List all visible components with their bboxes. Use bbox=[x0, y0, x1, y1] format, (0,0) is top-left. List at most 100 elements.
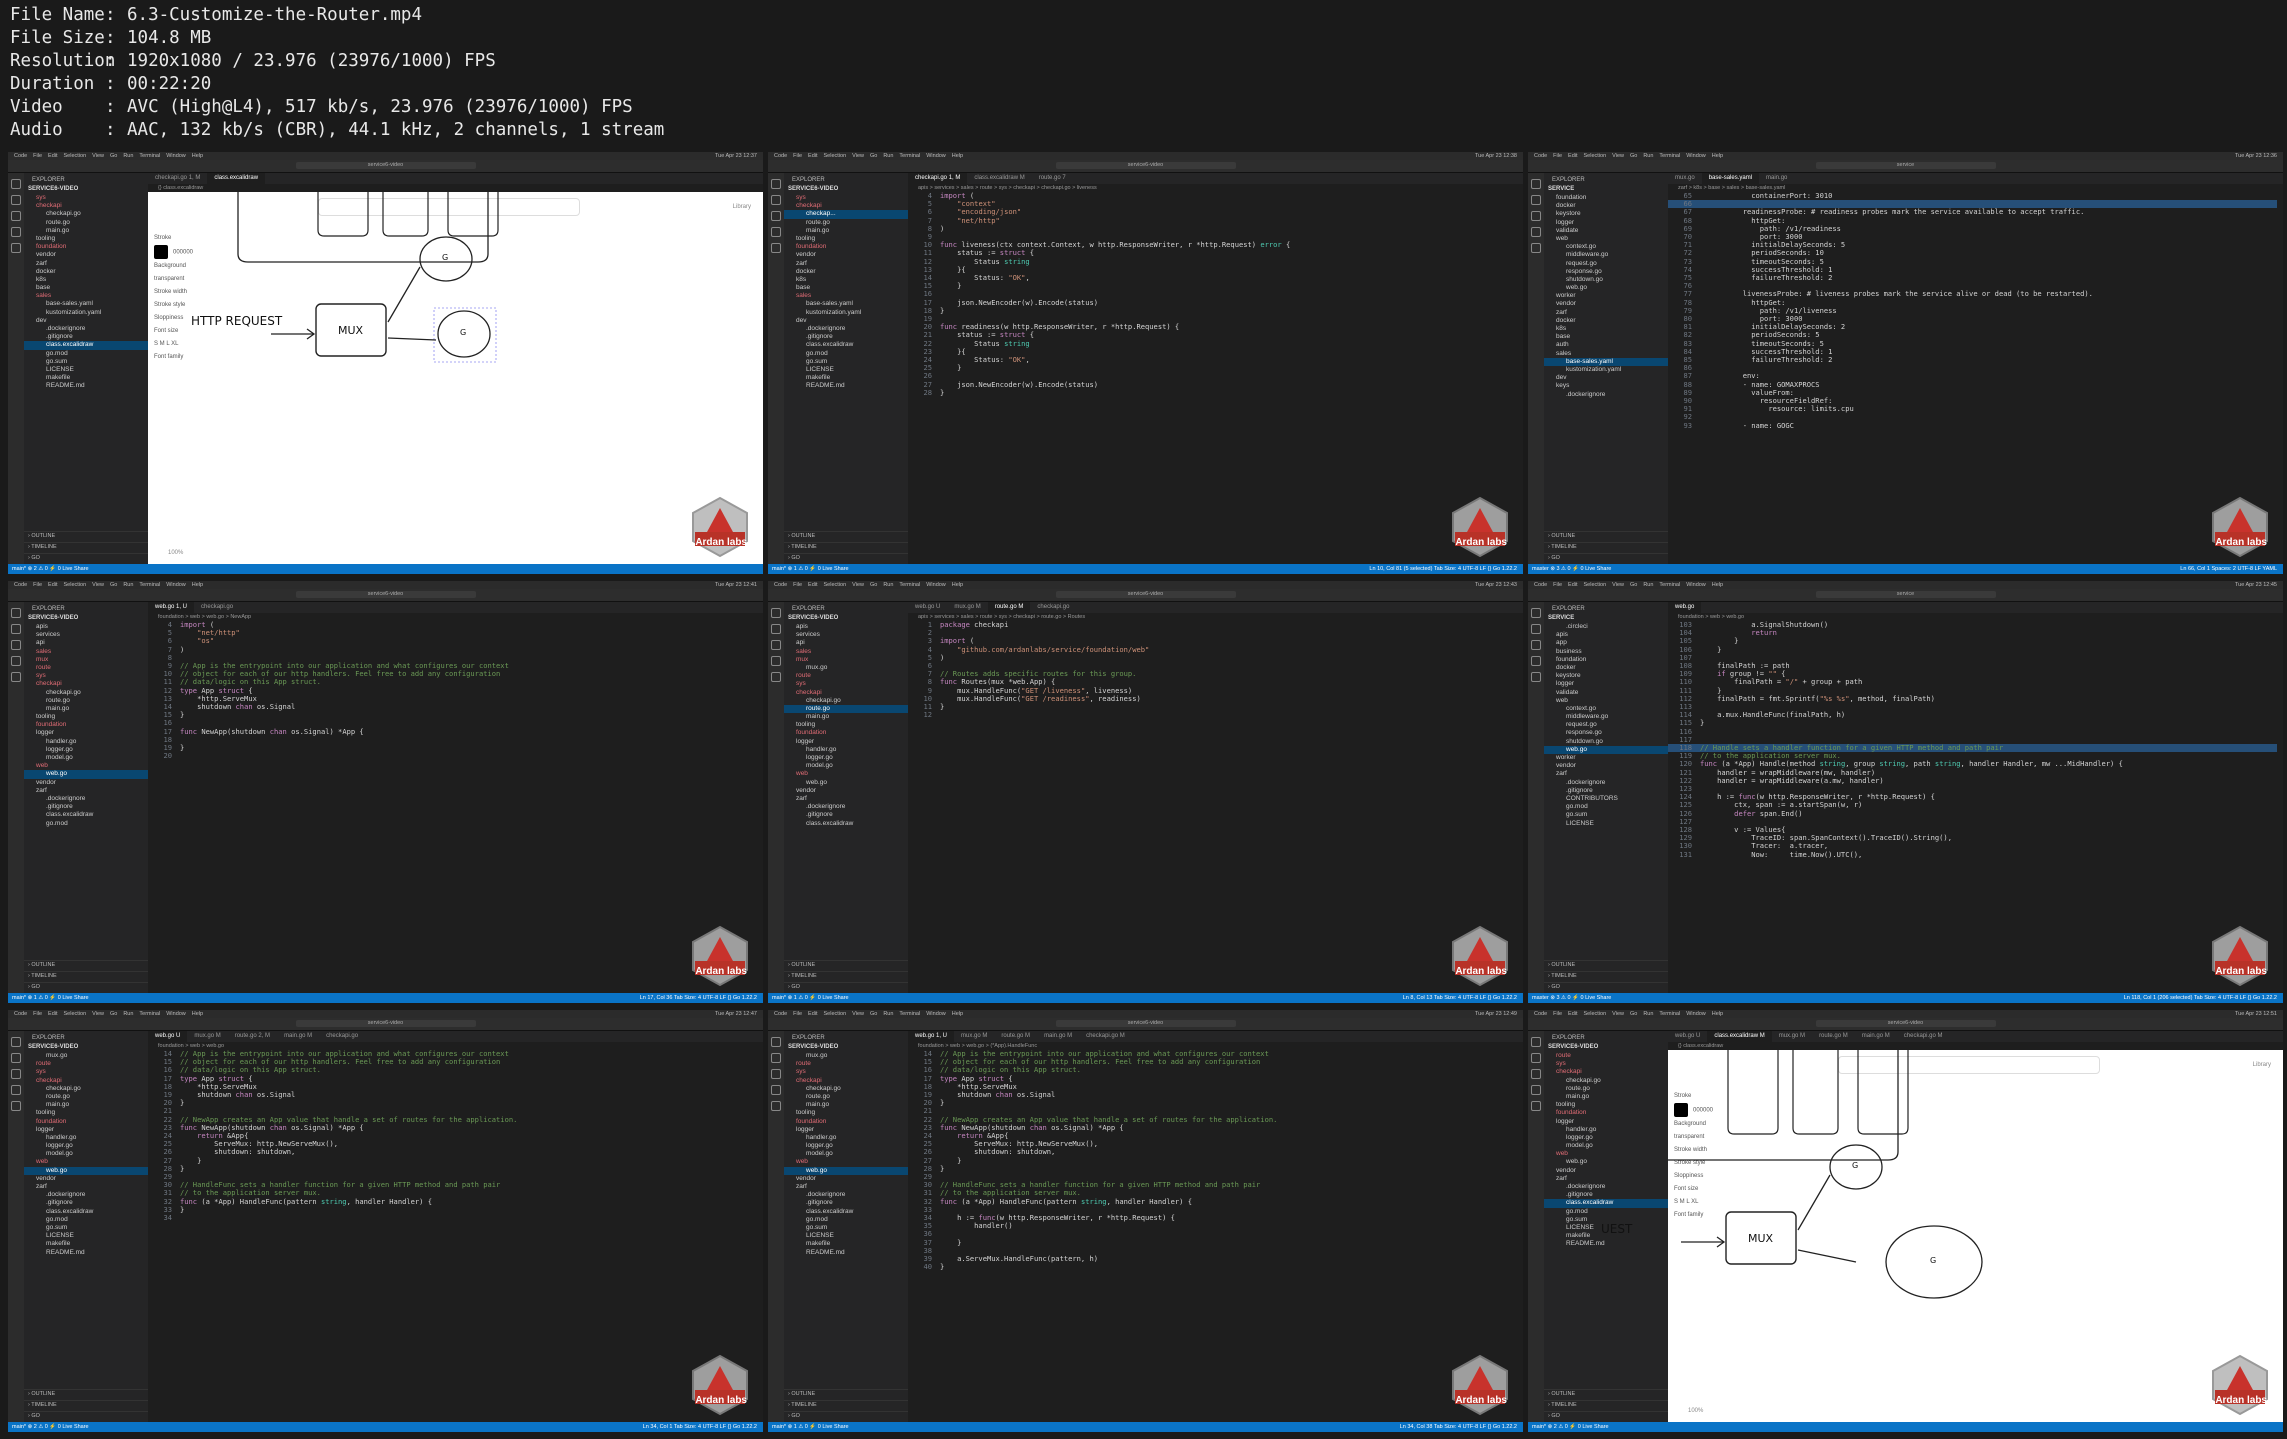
editor-tab[interactable]: mux.go M bbox=[187, 1031, 227, 1042]
file-tree-item[interactable]: route bbox=[784, 1060, 908, 1068]
search-icon[interactable] bbox=[771, 624, 781, 634]
file-tree-item[interactable]: context.go bbox=[1544, 705, 1668, 713]
file-tree-item[interactable]: .gitignore bbox=[784, 811, 908, 819]
file-tree-item[interactable]: makefile bbox=[24, 1240, 148, 1248]
menu-item[interactable]: Window bbox=[1686, 582, 1706, 588]
file-tree-item[interactable]: logger bbox=[1544, 219, 1668, 227]
files-icon[interactable] bbox=[1531, 179, 1541, 189]
editor-tab[interactable]: checkapi.go 1, M bbox=[148, 173, 207, 184]
search-icon[interactable] bbox=[11, 195, 21, 205]
menu-item[interactable]: Run bbox=[1643, 153, 1653, 159]
menu-item[interactable]: Selection bbox=[824, 582, 847, 588]
file-tree-item[interactable]: .dockerignore bbox=[784, 1191, 908, 1199]
file-tree-item[interactable]: middleware.go bbox=[1544, 713, 1668, 721]
menu-item[interactable]: Selection bbox=[64, 582, 87, 588]
file-tree-item[interactable]: sys bbox=[784, 1068, 908, 1076]
file-tree-item[interactable]: auth bbox=[1544, 341, 1668, 349]
file-tree-item[interactable]: api bbox=[784, 639, 908, 647]
extensions-icon[interactable] bbox=[11, 672, 21, 682]
file-tree-item[interactable]: sales bbox=[1544, 350, 1668, 358]
file-tree-item[interactable]: tooling bbox=[784, 235, 908, 243]
file-tree-item[interactable]: checkapi.go bbox=[24, 210, 148, 218]
file-tree-item[interactable]: checkapi.go bbox=[24, 1085, 148, 1093]
menu-item[interactable]: Window bbox=[166, 153, 186, 159]
menu-item[interactable]: Code bbox=[1534, 153, 1547, 159]
file-tree-item[interactable]: go.sum bbox=[784, 1224, 908, 1232]
menu-item[interactable]: View bbox=[1612, 582, 1624, 588]
menu-item[interactable]: Code bbox=[774, 582, 787, 588]
file-tree-item[interactable]: zarf bbox=[1544, 770, 1668, 778]
menu-item[interactable]: Help bbox=[952, 582, 963, 588]
file-tree-item[interactable]: sys bbox=[784, 194, 908, 202]
file-tree-item[interactable]: route.go bbox=[784, 1093, 908, 1101]
menu-item[interactable]: File bbox=[33, 582, 42, 588]
file-tree-item[interactable]: mux.go bbox=[784, 1052, 908, 1060]
menu-item[interactable]: File bbox=[793, 582, 802, 588]
file-tree-item[interactable]: checkap... bbox=[784, 210, 908, 219]
menu-item[interactable]: File bbox=[793, 1011, 802, 1017]
file-tree-item[interactable]: sales bbox=[784, 648, 908, 656]
menu-item[interactable]: Terminal bbox=[899, 1011, 920, 1017]
code-editor[interactable]: 14// App is the entrypoint into our appl… bbox=[908, 1050, 1517, 1422]
breadcrumb[interactable]: {} class.excalidraw bbox=[1668, 1042, 2283, 1050]
file-tree-item[interactable]: zarf bbox=[24, 260, 148, 268]
file-tree-item[interactable]: middleware.go bbox=[1544, 251, 1668, 259]
command-search[interactable]: service6-video bbox=[295, 1020, 476, 1027]
editor-tab[interactable]: web.go U bbox=[908, 602, 947, 613]
breadcrumb[interactable]: foundation > web > web.go bbox=[1668, 613, 2283, 621]
file-tree-item[interactable]: logger bbox=[784, 738, 908, 746]
menu-item[interactable]: Edit bbox=[1568, 582, 1577, 588]
file-tree-item[interactable]: keys bbox=[1544, 382, 1668, 390]
file-tree-item[interactable]: vendor bbox=[1544, 1167, 1668, 1175]
file-tree-item[interactable]: README.md bbox=[1544, 1240, 1668, 1248]
file-tree-item[interactable]: tooling bbox=[24, 1109, 148, 1117]
file-tree-item[interactable]: main.go bbox=[24, 1101, 148, 1109]
menu-item[interactable]: Terminal bbox=[1659, 153, 1680, 159]
menu-item[interactable]: View bbox=[92, 153, 104, 159]
file-tree-item[interactable]: route.go bbox=[784, 219, 908, 227]
menu-item[interactable]: Selection bbox=[824, 1011, 847, 1017]
menu-item[interactable]: Selection bbox=[824, 153, 847, 159]
menu-item[interactable]: Terminal bbox=[899, 153, 920, 159]
file-tree-item[interactable]: zarf bbox=[784, 795, 908, 803]
file-tree-item[interactable]: web.go bbox=[1544, 745, 1668, 754]
panel-go[interactable]: › GO bbox=[24, 553, 148, 564]
run-debug-icon[interactable] bbox=[771, 656, 781, 666]
file-tree-item[interactable]: go.mod bbox=[24, 350, 148, 358]
source-control-icon[interactable] bbox=[1531, 640, 1541, 650]
menu-item[interactable]: Selection bbox=[1584, 153, 1607, 159]
menu-item[interactable]: Go bbox=[870, 1011, 877, 1017]
file-tree-item[interactable]: logger bbox=[1544, 680, 1668, 688]
panel-timeline[interactable]: › TIMELINE bbox=[1544, 1400, 1668, 1411]
status-left[interactable]: main* ⊗ 2 ⚠ 0 ⚡ 0 Live Share bbox=[1532, 1422, 1609, 1432]
file-tree-item[interactable]: request.go bbox=[1544, 721, 1668, 729]
menu-item[interactable]: Terminal bbox=[899, 582, 920, 588]
menu-item[interactable]: Selection bbox=[1584, 1011, 1607, 1017]
file-tree-item[interactable]: shutdown.go bbox=[1544, 738, 1668, 746]
file-tree-item[interactable]: web bbox=[1544, 235, 1668, 243]
explorer-root[interactable]: SERVICE6-VIDEO bbox=[24, 614, 148, 623]
file-tree-item[interactable]: LICENSE bbox=[24, 366, 148, 374]
panel-outline[interactable]: › OUTLINE bbox=[24, 1389, 148, 1400]
file-tree-item[interactable]: checkapi bbox=[24, 680, 148, 688]
file-tree-item[interactable]: go.sum bbox=[784, 358, 908, 366]
file-tree-item[interactable]: zarf bbox=[1544, 309, 1668, 317]
source-control-icon[interactable] bbox=[11, 640, 21, 650]
file-tree-item[interactable]: makefile bbox=[784, 374, 908, 382]
panel-timeline[interactable]: › TIMELINE bbox=[784, 971, 908, 982]
panel-timeline[interactable]: › TIMELINE bbox=[784, 1400, 908, 1411]
file-tree-item[interactable]: checkapi bbox=[1544, 1068, 1668, 1076]
file-tree-item[interactable]: web bbox=[24, 1158, 148, 1166]
file-tree-item[interactable]: model.go bbox=[24, 1150, 148, 1158]
panel-outline[interactable]: › OUTLINE bbox=[24, 960, 148, 971]
menu-item[interactable]: Run bbox=[123, 153, 133, 159]
file-tree-item[interactable]: web.go bbox=[24, 1166, 148, 1175]
file-tree-item[interactable]: go.mod bbox=[1544, 1208, 1668, 1216]
file-tree-item[interactable]: main.go bbox=[1544, 1093, 1668, 1101]
file-tree-item[interactable]: sales bbox=[24, 292, 148, 300]
editor-tab[interactable]: class.excalidraw M bbox=[1707, 1031, 1772, 1042]
file-tree-item[interactable]: k8s bbox=[784, 276, 908, 284]
file-tree-item[interactable]: kustomization.yaml bbox=[24, 309, 148, 317]
status-left[interactable]: main* ⊗ 1 ⚠ 0 ⚡ 0 Live Share bbox=[772, 564, 849, 574]
file-tree-item[interactable]: vendor bbox=[784, 1175, 908, 1183]
